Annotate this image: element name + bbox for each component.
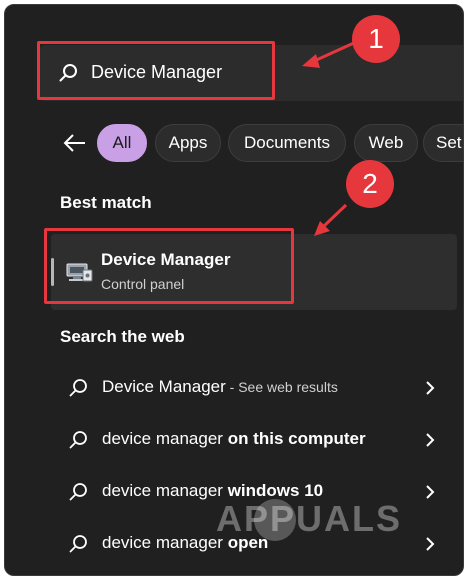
step-badge-2: 2 [346, 160, 394, 208]
annotation-arrows [302, 40, 357, 236]
step-badge-1: 1 [352, 15, 400, 63]
arrow-icon [302, 40, 357, 236]
